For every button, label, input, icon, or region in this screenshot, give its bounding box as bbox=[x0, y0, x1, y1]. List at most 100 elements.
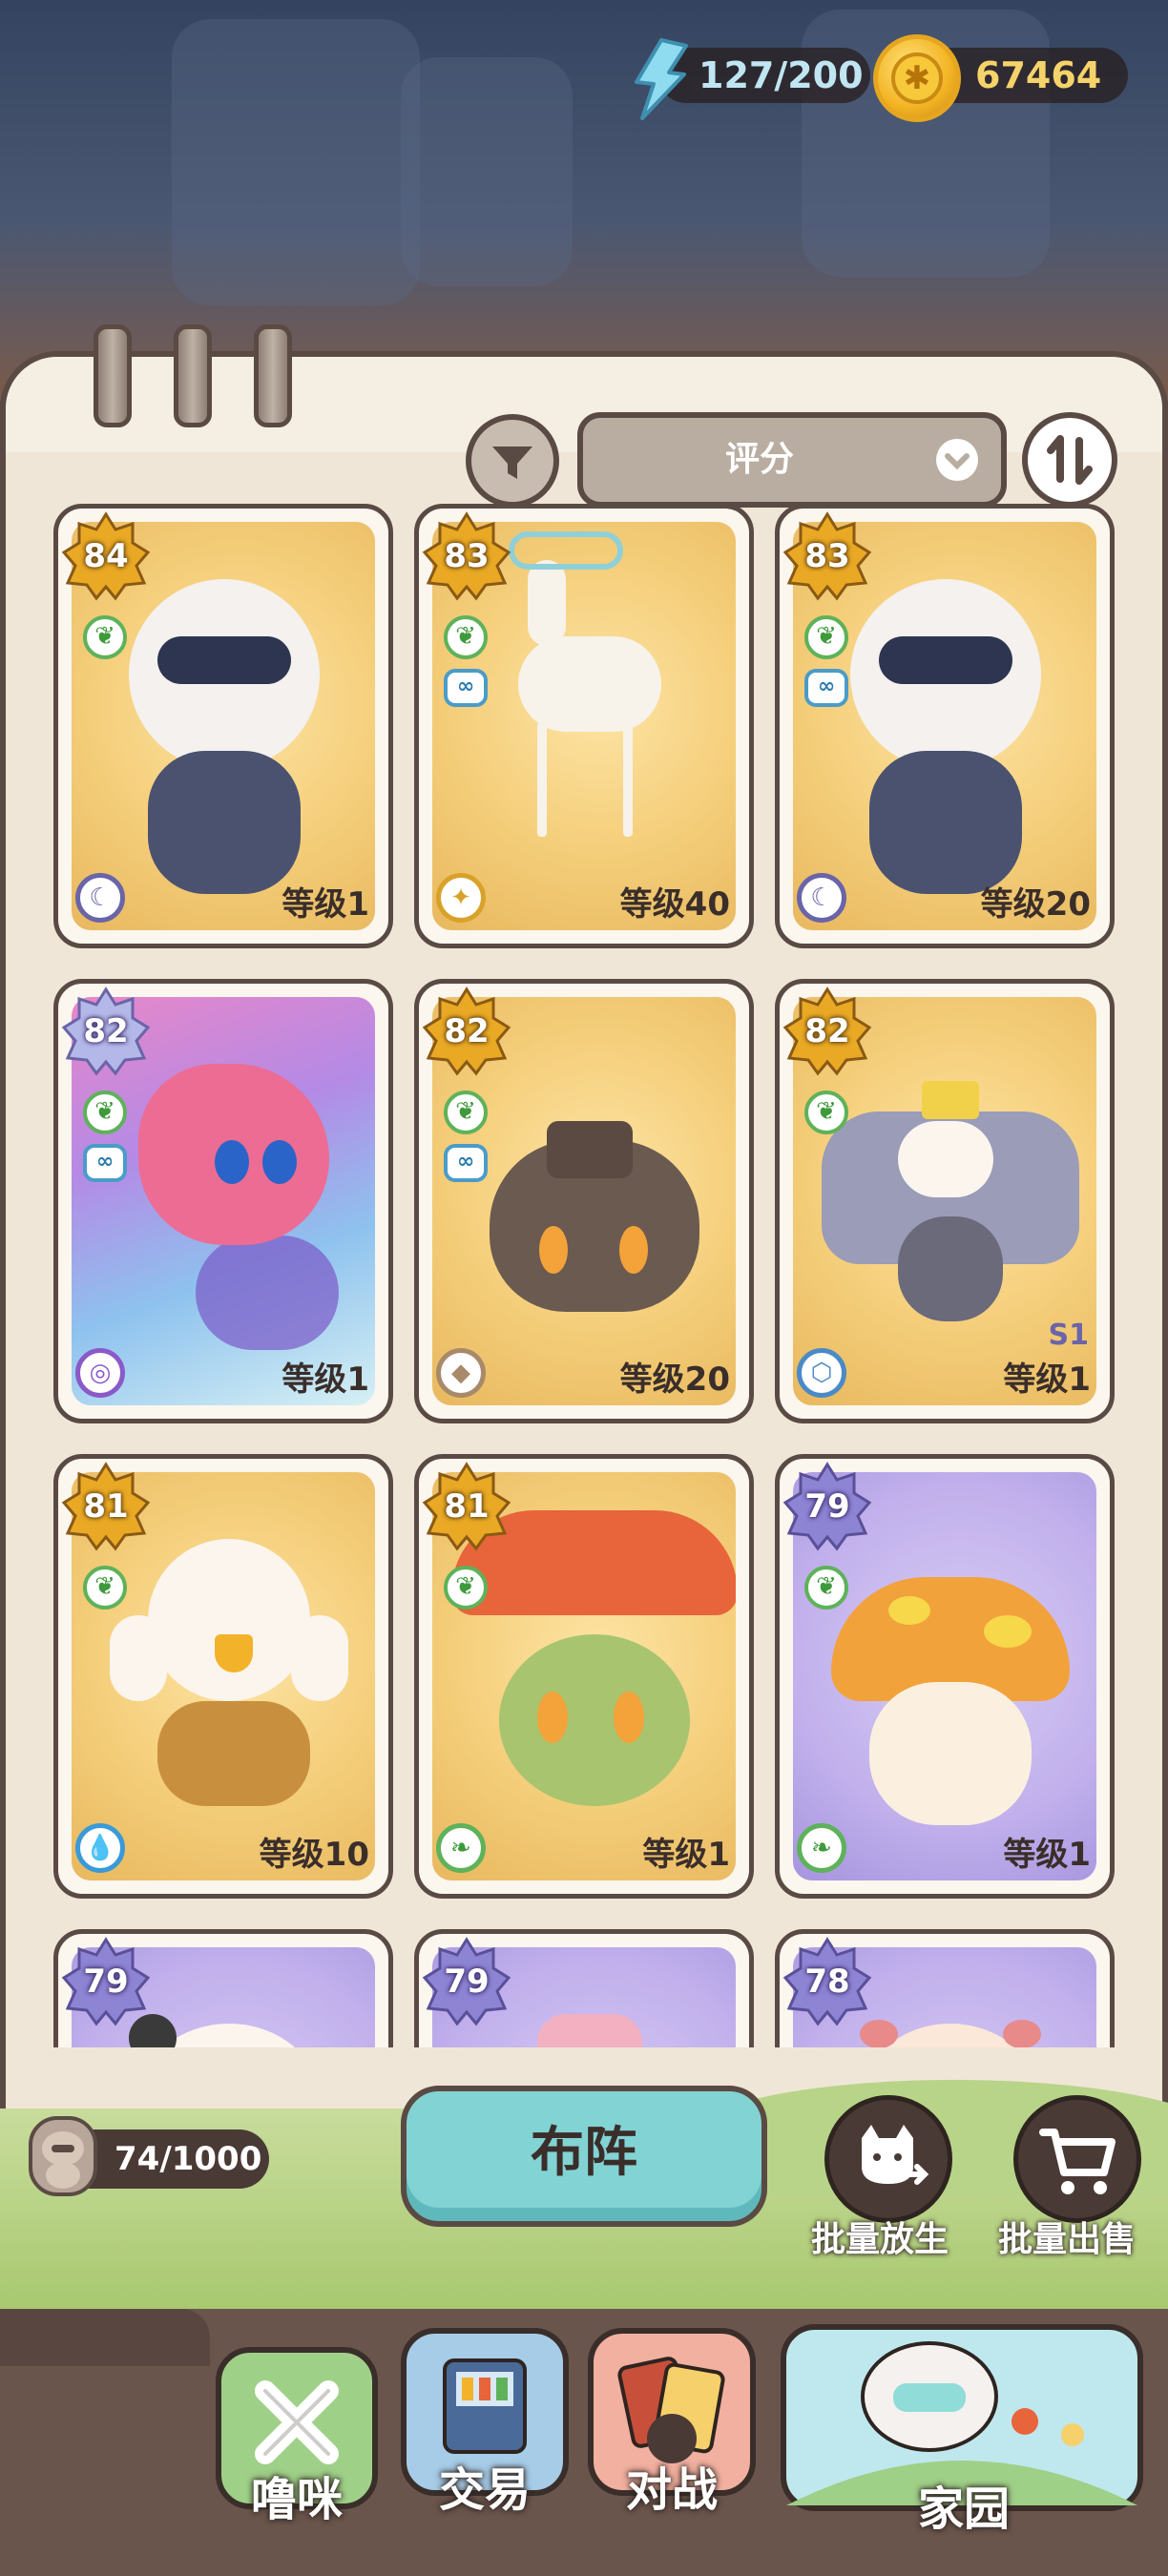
coin-icon: ✱ bbox=[873, 34, 961, 122]
pet-card[interactable]: 79 ❦ ❧ 等级1 bbox=[775, 1454, 1115, 1899]
pet-eye bbox=[619, 1226, 648, 1274]
pet-shadow bbox=[196, 1236, 339, 1350]
psychic-element-icon: ◎ bbox=[75, 1348, 125, 1398]
score-value: 83 bbox=[444, 537, 490, 575]
nav-pets-label: 噜咪 bbox=[250, 2473, 343, 2526]
pet-card[interactable]: 82 ❦ ⬡ S1 等级1 bbox=[775, 979, 1115, 1423]
sprout-icon: ❦ bbox=[804, 1566, 848, 1610]
sort-order-button[interactable] bbox=[1022, 412, 1117, 508]
pet-crown bbox=[922, 1081, 979, 1119]
pet-eye bbox=[539, 1226, 568, 1274]
sprout-icon: ❦ bbox=[804, 615, 848, 659]
level-label: 等级1 bbox=[282, 885, 369, 924]
score-badge: 82 bbox=[782, 986, 873, 1077]
pet-portrait bbox=[499, 1634, 690, 1806]
level-label: 等级20 bbox=[980, 885, 1091, 924]
score-badge: 83 bbox=[782, 510, 873, 602]
pet-mask bbox=[879, 636, 1012, 684]
level-label: 等级1 bbox=[642, 1836, 730, 1874]
sort-dropdown[interactable]: 评分 bbox=[577, 412, 1007, 508]
score-badge: 79 bbox=[60, 1936, 152, 2027]
pet-eye bbox=[215, 1140, 249, 1184]
pet-eye bbox=[614, 1692, 644, 1743]
level-label: 等级10 bbox=[259, 1836, 369, 1874]
deploy-button[interactable]: 布阵 bbox=[401, 2086, 767, 2227]
score-value: 84 bbox=[83, 537, 129, 575]
pet-portrait bbox=[518, 636, 661, 732]
release-cat-icon bbox=[862, 2125, 929, 2185]
sort-label: 评分 bbox=[724, 440, 794, 479]
pet-card[interactable]: 78 bbox=[775, 1929, 1115, 2047]
pet-eye bbox=[262, 1140, 297, 1184]
score-badge: 79 bbox=[782, 1461, 873, 1552]
score-value: 81 bbox=[83, 1487, 129, 1526]
pet-portrait bbox=[148, 1539, 310, 1701]
leaf-element-icon: ❧ bbox=[797, 1823, 846, 1873]
sprout-icon: ❦ bbox=[444, 1091, 488, 1134]
level-label: 等级1 bbox=[1003, 1836, 1091, 1874]
background-building bbox=[172, 19, 420, 305]
deploy-label: 布阵 bbox=[531, 2122, 637, 2184]
chevron-down-icon bbox=[936, 439, 978, 481]
pet-neck bbox=[528, 560, 566, 646]
link-icon: ∞ bbox=[804, 669, 848, 707]
pet-antlers bbox=[509, 531, 623, 570]
pet-body bbox=[869, 751, 1022, 894]
pet-card[interactable]: 82 ❦ ∞ ◎ 等级1 bbox=[53, 979, 393, 1423]
pet-leg bbox=[537, 722, 547, 837]
batch-sell-button[interactable] bbox=[1013, 2095, 1141, 2223]
pet-beak bbox=[215, 1634, 253, 1672]
link-icon: ∞ bbox=[83, 1144, 127, 1182]
batch-release-button[interactable] bbox=[824, 2095, 952, 2223]
filter-icon bbox=[492, 447, 532, 479]
sprout-icon: ❦ bbox=[444, 615, 488, 659]
score-value: 79 bbox=[804, 1487, 850, 1526]
binder-ring bbox=[94, 324, 132, 427]
nav-battle-label: 对战 bbox=[625, 2463, 718, 2517]
filter-button[interactable] bbox=[466, 414, 559, 508]
coin-value: 67464 bbox=[975, 54, 1102, 96]
pet-card[interactable]: 79 bbox=[53, 1929, 393, 2047]
nav-home-label: 家园 bbox=[917, 2483, 1010, 2536]
score-badge: 81 bbox=[421, 1461, 512, 1552]
cap-spot bbox=[984, 1615, 1032, 1648]
background-building bbox=[401, 57, 573, 286]
batch-release-label: 批量放生 bbox=[811, 2220, 949, 2259]
pet-body bbox=[157, 1701, 310, 1806]
pet-card[interactable]: 84 ❦ ☾ 等级1 bbox=[53, 504, 393, 948]
nav-trade-label: 交易 bbox=[438, 2463, 531, 2517]
score-value: 79 bbox=[444, 1963, 490, 2001]
rock-element-icon: ◆ bbox=[436, 1348, 486, 1398]
storage-count: 74/1000 bbox=[115, 2140, 262, 2178]
steel-element-icon: ⬡ bbox=[797, 1348, 846, 1398]
sprout-icon: ❦ bbox=[83, 1091, 127, 1134]
link-icon: ∞ bbox=[444, 669, 488, 707]
link-icon: ∞ bbox=[444, 1144, 488, 1182]
score-value: 82 bbox=[444, 1012, 490, 1050]
score-badge: 81 bbox=[60, 1461, 152, 1552]
energy-bolt-icon bbox=[635, 38, 688, 120]
water-element-icon: 💧 bbox=[75, 1823, 125, 1873]
pet-card[interactable]: 79 bbox=[414, 1929, 754, 2047]
pet-card[interactable]: 83 ❦ ∞ ✦ 等级40 bbox=[414, 504, 754, 948]
score-value: 82 bbox=[804, 1012, 850, 1050]
storage-pet-icon bbox=[29, 2116, 97, 2196]
pet-portrait bbox=[537, 2014, 642, 2047]
score-value: 83 bbox=[804, 537, 850, 575]
score-badge: 79 bbox=[421, 1936, 512, 2027]
pet-card[interactable]: 83 ❦ ∞ ☾ 等级20 bbox=[775, 504, 1115, 948]
level-label: 等级20 bbox=[619, 1361, 730, 1399]
score-value: 78 bbox=[804, 1963, 850, 2001]
pet-card[interactable]: 81 ❦ ❧ 等级1 bbox=[414, 1454, 754, 1899]
score-value: 82 bbox=[83, 1012, 129, 1050]
moon-element-icon: ☾ bbox=[797, 873, 846, 923]
level-label: 等级40 bbox=[619, 885, 730, 924]
sprout-icon: ❦ bbox=[83, 615, 127, 659]
pet-rock-top bbox=[547, 1121, 633, 1178]
score-badge: 84 bbox=[60, 510, 152, 602]
pet-body bbox=[898, 1216, 1003, 1321]
pet-card[interactable]: 81 ❦ 💧 等级10 bbox=[53, 1454, 393, 1899]
level-label: 等级1 bbox=[1003, 1361, 1091, 1399]
leaf-element-icon: ❧ bbox=[436, 1823, 486, 1873]
pet-card[interactable]: 82 ❦ ∞ ◆ 等级20 bbox=[414, 979, 754, 1423]
